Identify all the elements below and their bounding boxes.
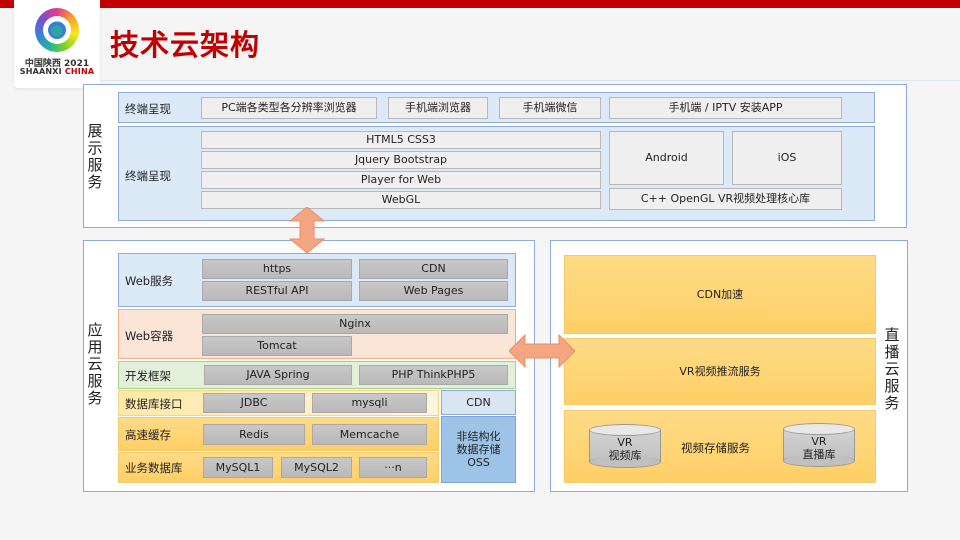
opengl-core-lib-box: C++ OpenGL VR视频处理核心库 bbox=[609, 188, 842, 210]
memcache-box: Memcache bbox=[312, 424, 427, 445]
mobile-wechat-box: 手机端微信 bbox=[499, 97, 601, 119]
mysql1-box: MySQL1 bbox=[203, 457, 273, 478]
top-accent-bar bbox=[0, 0, 960, 8]
dev-framework-label: 开发框架 bbox=[125, 369, 171, 383]
cdn-box: CDN bbox=[359, 259, 508, 279]
webgl-box: WebGL bbox=[201, 191, 601, 209]
pc-browser-box: PC端各类型各分辨率浏览器 bbox=[201, 97, 377, 119]
java-spring-box: JAVA Spring bbox=[204, 365, 352, 385]
more-db-box: ···n bbox=[359, 457, 427, 478]
redis-box: Redis bbox=[203, 424, 305, 445]
web-container-label: Web容器 bbox=[125, 329, 174, 343]
terminal-row-2-label: 终端呈现 bbox=[125, 169, 171, 183]
oss-box: 非结构化 数据存储 OSS bbox=[441, 416, 516, 483]
thinkphp-box: PHP ThinkPHP5 bbox=[359, 365, 508, 385]
vr-live-db-label: VR 直播库 bbox=[802, 435, 836, 461]
cache-label: 高速缓存 bbox=[125, 428, 171, 442]
html5-css3-box: HTML5 CSS3 bbox=[201, 131, 601, 149]
app-service-label: 应用云服务 bbox=[87, 321, 103, 407]
vr-live-db-icon: VR 直播库 bbox=[783, 423, 855, 467]
https-box: https bbox=[202, 259, 352, 279]
title-divider bbox=[100, 80, 960, 81]
games-emblem-icon bbox=[35, 8, 79, 52]
logo: 中国陕西 2021 SHAANXI CHINA bbox=[14, 0, 100, 88]
mysql2-box: MySQL2 bbox=[281, 457, 352, 478]
mobile-browser-box: 手机端浏览器 bbox=[388, 97, 488, 119]
vr-video-db-label: VR 视频库 bbox=[608, 436, 642, 462]
android-box: Android bbox=[609, 131, 724, 185]
jquery-bootstrap-box: Jquery Bootstrap bbox=[201, 151, 601, 169]
app-box: 手机端 / IPTV 安装APP bbox=[609, 97, 842, 119]
db-interface-label: 数据库接口 bbox=[125, 397, 183, 411]
ios-box: iOS bbox=[732, 131, 842, 185]
player-for-web-box: Player for Web bbox=[201, 171, 601, 189]
logo-text-en: SHAANXI CHINA bbox=[19, 67, 95, 76]
oss-cdn-box: CDN bbox=[441, 390, 516, 415]
jdbc-box: JDBC bbox=[203, 393, 305, 413]
web-service-label: Web服务 bbox=[125, 274, 174, 288]
live-service-label: 直播云服务 bbox=[884, 326, 900, 412]
video-storage-label: 视频存储服务 bbox=[681, 441, 750, 455]
vr-push-stream-block: VR视频推流服务 bbox=[564, 338, 876, 405]
cdn-acceleration-block: CDN加速 bbox=[564, 255, 876, 334]
display-service-label: 展示服务 bbox=[87, 122, 103, 191]
terminal-row-1-label: 终端呈现 bbox=[125, 102, 171, 116]
vr-video-db-icon: VR 视频库 bbox=[589, 424, 661, 468]
web-pages-box: Web Pages bbox=[359, 281, 508, 301]
restful-api-box: RESTful API bbox=[202, 281, 352, 301]
page-title: 技术云架构 bbox=[110, 28, 261, 62]
nginx-box: Nginx bbox=[202, 314, 508, 334]
business-db-label: 业务数据库 bbox=[125, 461, 183, 475]
vertical-double-arrow-icon bbox=[288, 207, 326, 253]
tomcat-box: Tomcat bbox=[202, 336, 352, 356]
horizontal-double-arrow-icon bbox=[509, 334, 575, 368]
mysqli-box: mysqli bbox=[312, 393, 427, 413]
